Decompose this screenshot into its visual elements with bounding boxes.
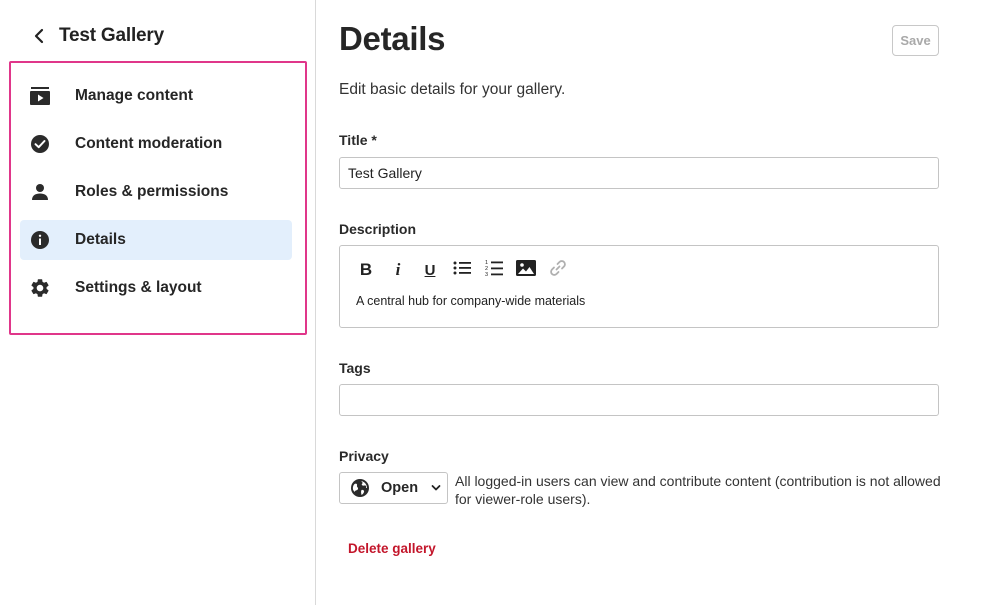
globe-icon (349, 477, 371, 499)
sidebar-item-label: Details (75, 231, 126, 248)
back-button[interactable]: Test Gallery (28, 22, 164, 50)
italic-button[interactable]: i (388, 258, 408, 282)
main-panel: Details Save Edit basic details for your… (316, 0, 991, 605)
link-icon (549, 259, 567, 282)
description-editor[interactable]: B i U 123 A central hub for company-wide… (339, 245, 939, 328)
tags-input[interactable] (339, 384, 939, 416)
sidebar-item-label: Roles & permissions (75, 183, 229, 200)
insert-image-button[interactable] (516, 258, 536, 282)
sidebar-item-label: Settings & layout (75, 279, 202, 296)
numbered-list-button[interactable]: 123 (484, 258, 504, 282)
svg-text:3: 3 (485, 272, 488, 277)
description-label: Description (339, 221, 417, 237)
bold-icon: B (359, 260, 373, 279)
info-icon (29, 229, 51, 251)
numbered-list-icon: 123 (485, 259, 503, 282)
image-icon (516, 259, 536, 281)
person-icon (29, 181, 51, 203)
nav-highlight-box: Manage content Content moderation Roles … (9, 61, 307, 335)
delete-gallery-link[interactable]: Delete gallery (348, 541, 436, 556)
sidebar-item-content-moderation[interactable]: Content moderation (20, 124, 292, 164)
chevron-down-icon (430, 482, 442, 494)
bullet-list-button[interactable] (452, 258, 472, 282)
sidebar-item-settings-layout[interactable]: Settings & layout (20, 268, 292, 308)
title-label: Title * (339, 132, 377, 148)
title-input[interactable] (339, 157, 939, 189)
sidebar-item-label: Manage content (75, 87, 193, 104)
chevron-left-icon (28, 25, 50, 47)
privacy-description: All logged-in users can view and contrib… (455, 473, 941, 507)
bold-button[interactable]: B (356, 258, 376, 282)
insert-link-button[interactable] (548, 258, 568, 282)
gallery-title: Test Gallery (59, 25, 164, 46)
play-box-icon (29, 85, 51, 107)
sidebar-item-details[interactable]: Details (20, 220, 292, 260)
underline-button[interactable]: U (420, 258, 440, 282)
gear-icon (29, 277, 51, 299)
check-circle-icon (29, 133, 51, 155)
privacy-value: Open (381, 480, 419, 496)
sidebar: Test Gallery Manage content Content mode… (0, 0, 316, 605)
italic-icon: i (395, 260, 401, 279)
sidebar-item-label: Content moderation (75, 135, 223, 152)
page-title: Details (339, 20, 446, 57)
privacy-label: Privacy (339, 448, 389, 464)
sidebar-item-roles-permissions[interactable]: Roles & permissions (20, 172, 292, 212)
underline-icon: U (424, 261, 436, 279)
sidebar-item-manage-content[interactable]: Manage content (20, 76, 292, 116)
privacy-dropdown[interactable]: Open (339, 472, 448, 504)
page-subtitle: Edit basic details for your gallery. (339, 81, 566, 98)
editor-toolbar: B i U 123 (356, 258, 580, 282)
bullet-list-icon (453, 260, 471, 281)
tags-label: Tags (339, 360, 371, 376)
save-button[interactable]: Save (892, 25, 939, 56)
description-content[interactable]: A central hub for company-wide materials (356, 294, 585, 308)
